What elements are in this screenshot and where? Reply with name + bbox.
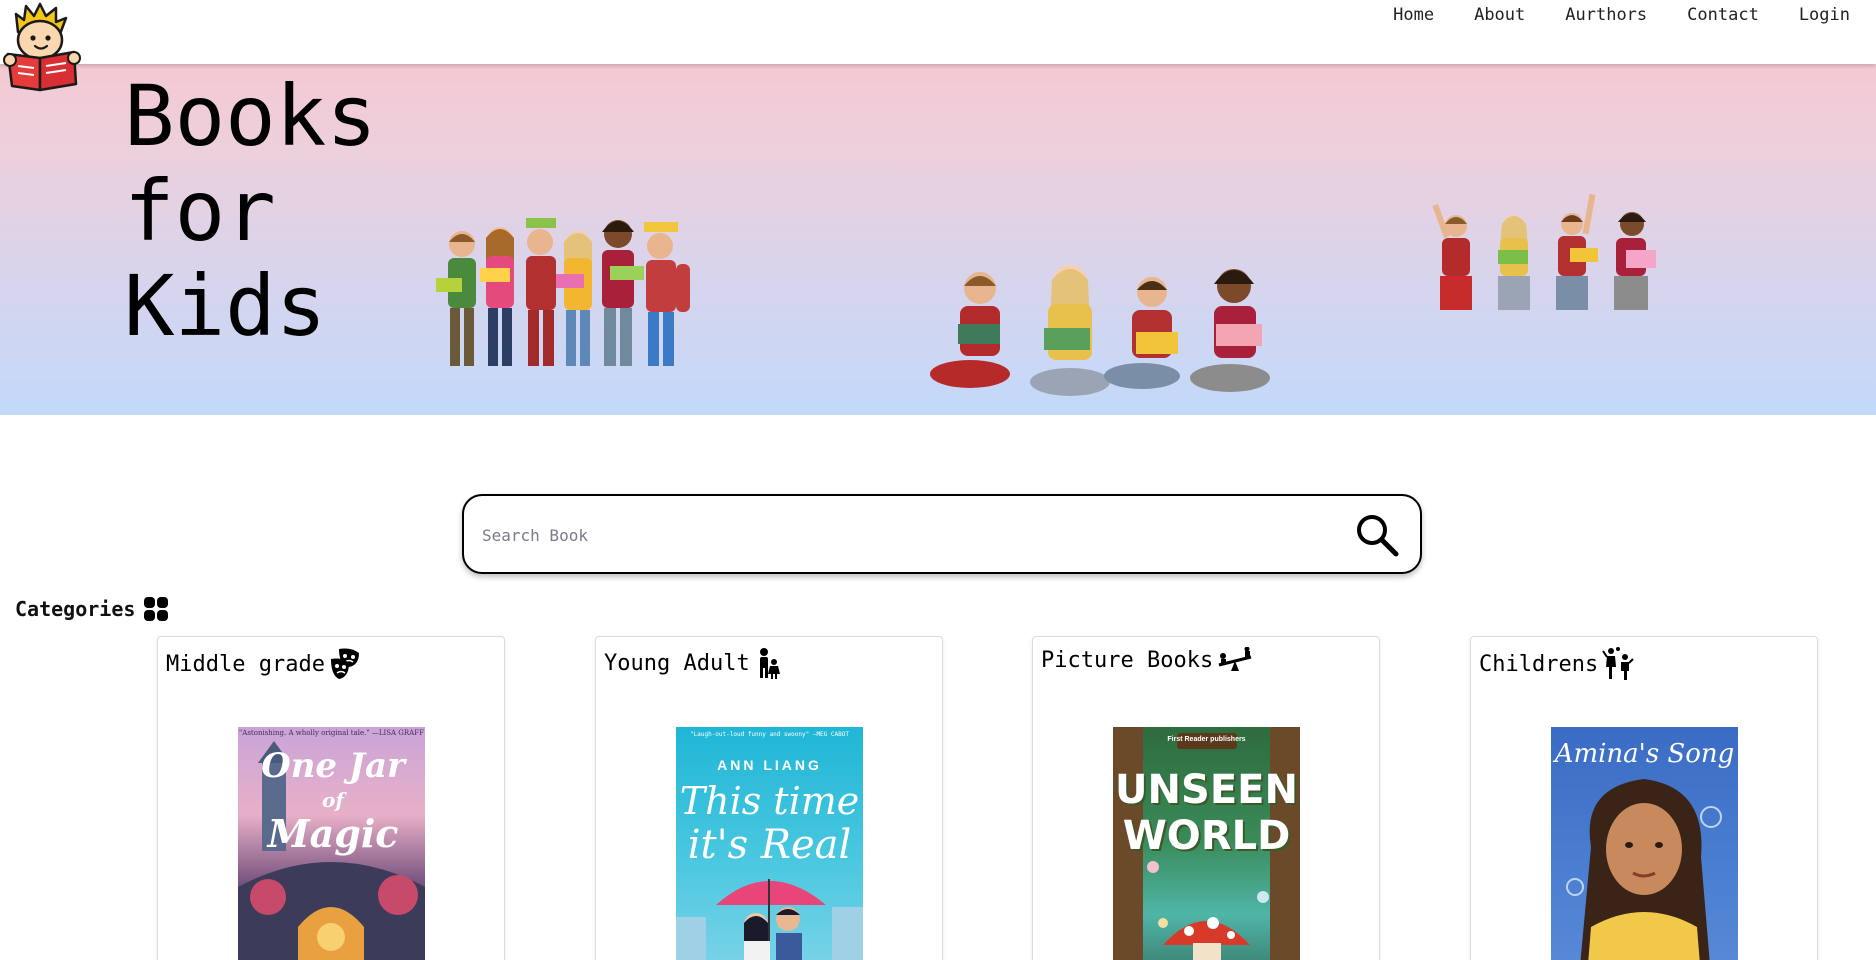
cover-title: One Jar of Magic bbox=[248, 746, 418, 856]
cover-title-line: WORLD bbox=[1122, 813, 1291, 859]
nav-authors-link[interactable]: Aurthors bbox=[1565, 4, 1647, 26]
category-title: Childrens bbox=[1479, 647, 1634, 681]
nav-contact-link[interactable]: Contact bbox=[1687, 4, 1759, 26]
search-button[interactable] bbox=[1354, 512, 1400, 558]
grid-icon bbox=[144, 597, 169, 621]
search-bar bbox=[462, 494, 1422, 574]
cover-blurb: "Astonishing. A wholly original tale." —… bbox=[239, 729, 424, 737]
category-card-middle-grade[interactable]: Middle grade "Astonishing. A wholly orig… bbox=[157, 636, 505, 960]
nav-about-link[interactable]: About bbox=[1474, 4, 1525, 26]
cover-publisher: First Reader publishers bbox=[1167, 736, 1246, 743]
cover-title-line: it's Real bbox=[687, 822, 852, 868]
cover-title: UNSEEN WORLD bbox=[1113, 767, 1300, 859]
boy-reading-logo-icon bbox=[3, 2, 81, 92]
seated-kids-image bbox=[920, 248, 1276, 424]
family-icon bbox=[759, 648, 780, 679]
category-label: Picture Books bbox=[1041, 647, 1214, 673]
book-cover-this-time-its-real[interactable]: "Laugh-out-loud funny and swoony" —MEG C… bbox=[676, 727, 863, 960]
site-logo[interactable] bbox=[2, 2, 82, 92]
search-input[interactable] bbox=[482, 518, 1302, 552]
waving-kids-image bbox=[1420, 190, 1662, 314]
hero-banner: Books for Kids bbox=[0, 64, 1876, 415]
category-card-childrens[interactable]: Childrens Amina's Song bbox=[1470, 636, 1818, 960]
search-icon bbox=[1357, 515, 1399, 557]
category-card-young-adult[interactable]: Young Adult "Laugh-out-loud funny and sw… bbox=[595, 636, 943, 960]
cover-author: ANN LIANG bbox=[717, 757, 822, 773]
category-label: Childrens bbox=[1479, 651, 1599, 677]
nav-links: Home About Aurthors Contact Login bbox=[1393, 4, 1850, 26]
cover-title: Amina's Song bbox=[1554, 739, 1735, 769]
category-card-picture-books[interactable]: Picture Books First Reader publishers UN… bbox=[1032, 636, 1380, 960]
cover-title-line: One Jar bbox=[261, 746, 405, 786]
category-label: Young Adult bbox=[604, 650, 750, 676]
hero-title: Books for Kids bbox=[124, 67, 377, 355]
categories-heading-label: Categories bbox=[15, 597, 136, 621]
category-label: Middle grade bbox=[166, 651, 325, 677]
category-title: Picture Books bbox=[1041, 647, 1253, 673]
cover-title-line: Magic bbox=[267, 811, 399, 856]
category-title: Middle grade bbox=[166, 647, 363, 681]
cover-blurb: "Laugh-out-loud funny and swoony" —MEG C… bbox=[690, 731, 849, 738]
category-title: Young Adult bbox=[604, 647, 782, 679]
book-cover-aminas-song[interactable]: Amina's Song bbox=[1551, 727, 1738, 960]
cover-title: This time it's Real bbox=[676, 779, 863, 867]
nav-login-link[interactable]: Login bbox=[1799, 4, 1850, 26]
book-cover-unseen-world[interactable]: First Reader publishers UNSEEN WORLD bbox=[1113, 727, 1300, 960]
cover-title-line: UNSEEN bbox=[1115, 767, 1298, 813]
book-cover-one-jar-of-magic[interactable]: "Astonishing. A wholly original tale." —… bbox=[238, 727, 425, 960]
standing-kids-image bbox=[422, 204, 722, 374]
top-navbar: Home About Aurthors Contact Login bbox=[0, 0, 1876, 64]
categories-heading: Categories bbox=[15, 596, 169, 622]
seesaw-icon bbox=[1218, 647, 1252, 671]
nav-home-link[interactable]: Home bbox=[1393, 4, 1434, 26]
cover-title-line: This time bbox=[679, 779, 860, 823]
masks-icon bbox=[330, 648, 359, 679]
kids-playing-icon bbox=[1602, 647, 1634, 680]
